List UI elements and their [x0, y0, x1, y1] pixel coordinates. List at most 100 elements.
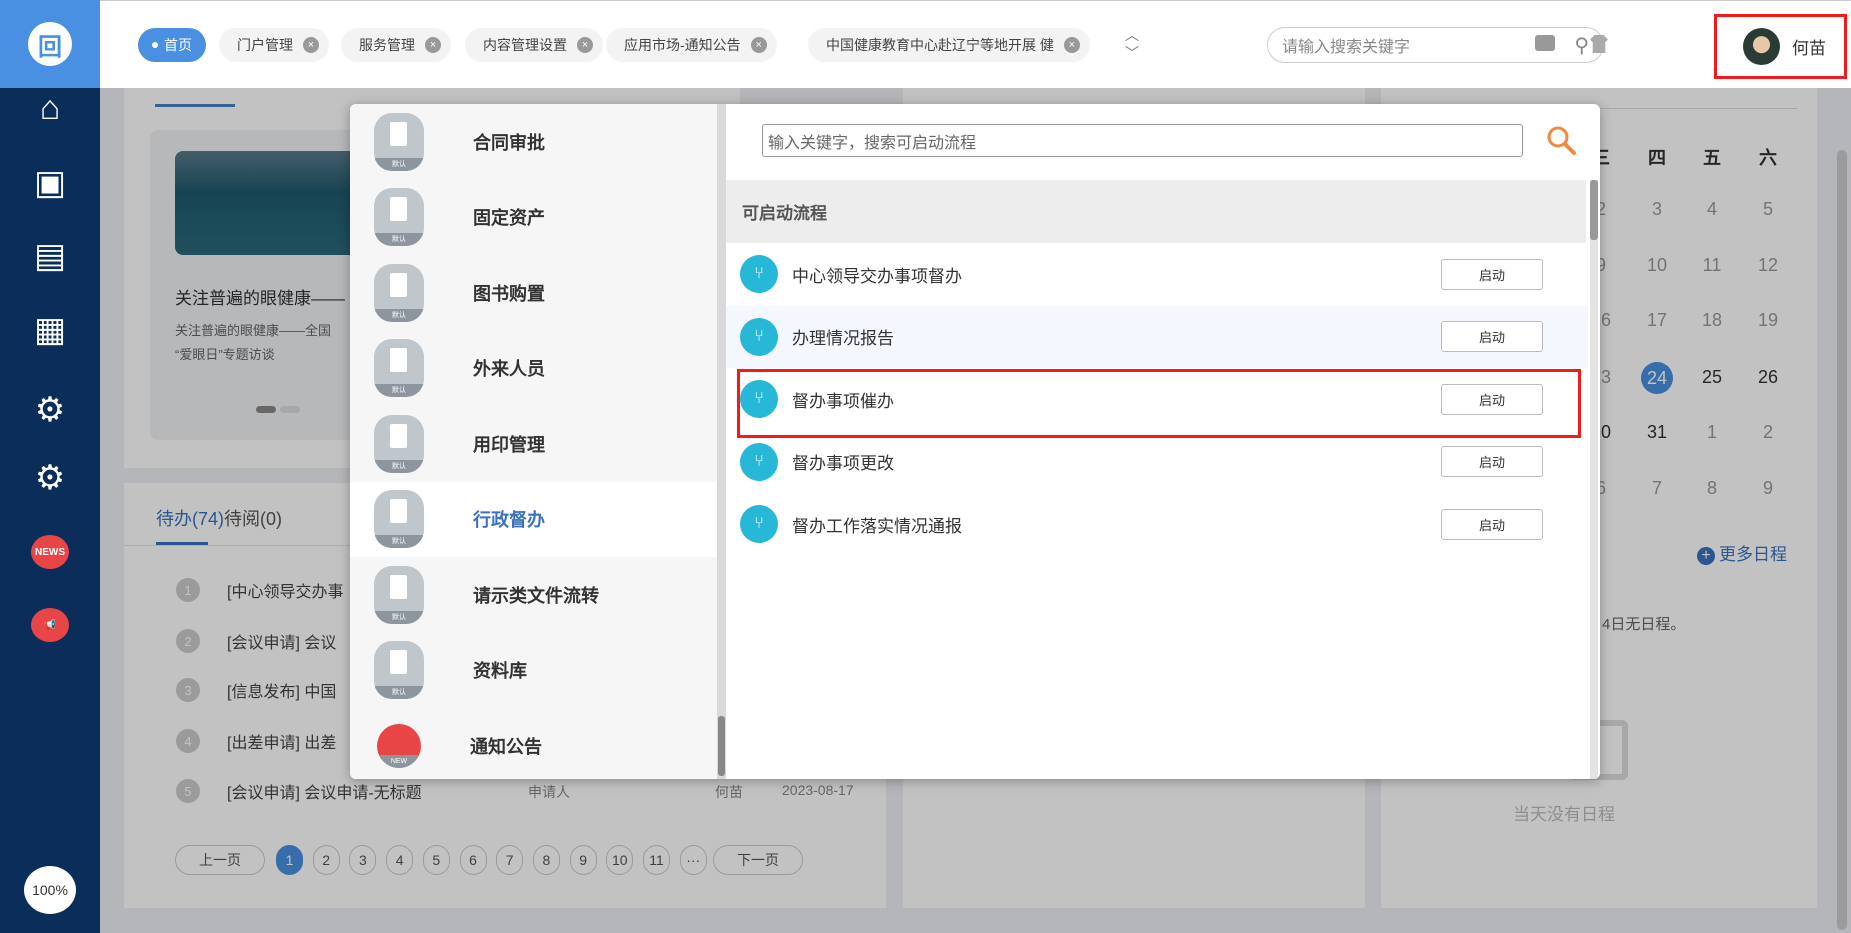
category-item[interactable]: 默认 资料库: [350, 633, 717, 708]
logo-icon: 回: [28, 22, 72, 66]
category-scrollbar[interactable]: [717, 104, 726, 779]
category-item[interactable]: 默认 用印管理: [350, 406, 717, 481]
close-icon[interactable]: ×: [750, 37, 767, 53]
search-icon[interactable]: [1545, 124, 1577, 161]
category-label: 图书购置: [473, 283, 545, 304]
search-icon[interactable]: ⚲: [1574, 33, 1589, 58]
calendar-icon[interactable]: ▦: [0, 312, 100, 348]
monitor-user-icon[interactable]: ▣: [0, 165, 100, 201]
process-doc-icon: 默认: [374, 188, 424, 246]
app-logo[interactable]: 回: [0, 0, 100, 88]
process-name: 办理情况报告: [792, 329, 894, 348]
process-flow-icon: ⑂: [740, 255, 778, 293]
category-label: 请示类文件流转: [473, 585, 599, 606]
category-label: 通知公告: [470, 736, 542, 757]
category-item[interactable]: 默认 行政督办: [350, 481, 717, 557]
tab-label: 门户管理: [237, 37, 293, 53]
process-search-input[interactable]: 输入关键字，搜索可启动流程: [762, 124, 1523, 157]
category-label: 合同审批: [473, 132, 545, 153]
category-item[interactable]: NEW 通知公告: [350, 708, 717, 779]
megaphone-badge: 📢: [31, 608, 69, 642]
announcement-icon[interactable]: 📢: [0, 608, 100, 642]
process-flow-icon: ⑂: [740, 505, 778, 543]
process-name: 督办事项更改: [792, 454, 894, 473]
category-item[interactable]: 默认 图书购置: [350, 255, 717, 330]
start-button[interactable]: 启动: [1441, 508, 1543, 540]
tab-5[interactable]: 中国健康教育中心赴辽宁等地开展 健 ×: [808, 28, 1090, 62]
message-icon[interactable]: [1535, 35, 1555, 51]
default-badge: 默认: [374, 233, 424, 246]
process-row[interactable]: ⑂ 办理情况报告 启动: [726, 305, 1588, 368]
process-doc-icon: 默认: [374, 339, 424, 397]
close-icon[interactable]: ×: [577, 37, 593, 53]
process-name: 督办工作落实情况通报: [792, 516, 962, 536]
new-badge: NEW: [377, 754, 421, 768]
default-badge: 默认: [374, 308, 424, 322]
tab-label: 内容管理设置: [483, 37, 567, 53]
start-button[interactable]: 启动: [1441, 446, 1543, 477]
close-icon[interactable]: ×: [425, 37, 441, 53]
tab-label: 应用市场-通知公告: [624, 37, 741, 53]
start-button[interactable]: 启动: [1441, 321, 1543, 352]
search-placeholder: 请输入搜索关键字: [1282, 39, 1411, 56]
category-item[interactable]: 默认 合同审批: [350, 104, 717, 179]
process-doc-icon: 默认: [374, 263, 424, 322]
zoom-level[interactable]: 100%: [24, 866, 76, 914]
default-badge: 默认: [374, 686, 424, 699]
user-menu[interactable]: 何苗: [1714, 14, 1847, 79]
default-badge: 默认: [374, 535, 424, 548]
default-badge: 默认: [374, 157, 424, 171]
home-icon[interactable]: ⌂: [0, 90, 100, 126]
tab-label: 首页: [164, 37, 192, 53]
tab-0[interactable]: 首页: [138, 28, 206, 62]
tab-2[interactable]: 服务管理 ×: [341, 28, 451, 62]
sidebar: 回 ⌂ ▣ ▤ ▦ ⚙ ⚙ NEWS 📢 100%: [0, 0, 100, 933]
user-name: 何苗: [1792, 39, 1826, 58]
process-scrollbar[interactable]: [1590, 180, 1598, 779]
process-group-header: 可启动流程: [726, 180, 1586, 243]
default-badge: 默认: [374, 610, 424, 624]
process-flow-icon: ⑂: [740, 442, 778, 481]
start-process-dialog: 默认 合同审批 默认 固定资产 默认 图书购置 默认 外来人员 默认 用印管理 默认 行政督办 默认 请示…: [350, 104, 1600, 779]
tab-3[interactable]: 内容管理设置 ×: [465, 28, 603, 62]
category-label: 用印管理: [473, 434, 545, 455]
process-category-list: 默认 合同审批 默认 固定资产 默认 图书购置 默认 外来人员 默认 用印管理 默认 行政督办 默认 请示…: [350, 104, 717, 779]
tab-4[interactable]: 应用市场-通知公告 ×: [606, 28, 777, 62]
news-icon[interactable]: NEWS: [0, 535, 100, 569]
hand-gear-icon[interactable]: ⚙: [0, 460, 100, 496]
user-settings-icon[interactable]: ⚙: [0, 392, 100, 428]
announcement-icon: NEW: [377, 723, 421, 768]
category-label: 固定资产: [473, 208, 545, 228]
category-label: 行政督办: [473, 510, 545, 530]
process-name: 中心领导交办事项督办: [792, 266, 962, 286]
tab-scroll-arrows[interactable]: ︿ ﹀: [1125, 26, 1139, 62]
tab-label: 服务管理: [359, 37, 415, 53]
process-doc-icon: 默认: [374, 490, 424, 548]
tab-1[interactable]: 门户管理 ×: [219, 28, 329, 62]
close-icon[interactable]: ×: [303, 37, 319, 53]
avatar: [1743, 28, 1780, 65]
close-icon[interactable]: ×: [1063, 37, 1080, 53]
process-row[interactable]: ⑂ 督办事项更改 启动: [726, 431, 1588, 493]
category-item[interactable]: 默认 请示类文件流转: [350, 557, 717, 632]
tab-label: 中国健康教育中心赴辽宁等地开展 健: [826, 37, 1054, 53]
process-doc-icon: 默认: [374, 414, 424, 473]
default-badge: 默认: [374, 384, 424, 397]
default-badge: 默认: [374, 459, 424, 473]
highlight-annotation: [737, 369, 1581, 438]
category-item[interactable]: 默认 固定资产: [350, 180, 717, 255]
process-search-placeholder: 输入关键字，搜索可启动流程: [768, 134, 977, 152]
category-label: 外来人员: [473, 359, 545, 379]
category-item[interactable]: 默认 外来人员: [350, 331, 717, 406]
process-flow-icon: ⑂: [740, 317, 778, 356]
category-label: 资料库: [473, 661, 527, 681]
header: 首页 门户管理 × 服务管理 × 内容管理设置 × 应用市场-通知公告 × 中国健康教育中心赴辽宁…: [100, 0, 1851, 88]
process-doc-icon: 默认: [374, 565, 424, 624]
start-button[interactable]: 启动: [1441, 258, 1543, 290]
process-doc-icon: 默认: [374, 112, 424, 171]
process-doc-icon: 默认: [374, 641, 424, 699]
process-row[interactable]: ⑂ 督办工作落实情况通报 启动: [726, 493, 1588, 555]
newspaper-icon[interactable]: ▤: [0, 238, 100, 274]
process-row[interactable]: ⑂ 中心领导交办事项督办 启动: [726, 243, 1588, 305]
news-badge: NEWS: [31, 535, 69, 569]
